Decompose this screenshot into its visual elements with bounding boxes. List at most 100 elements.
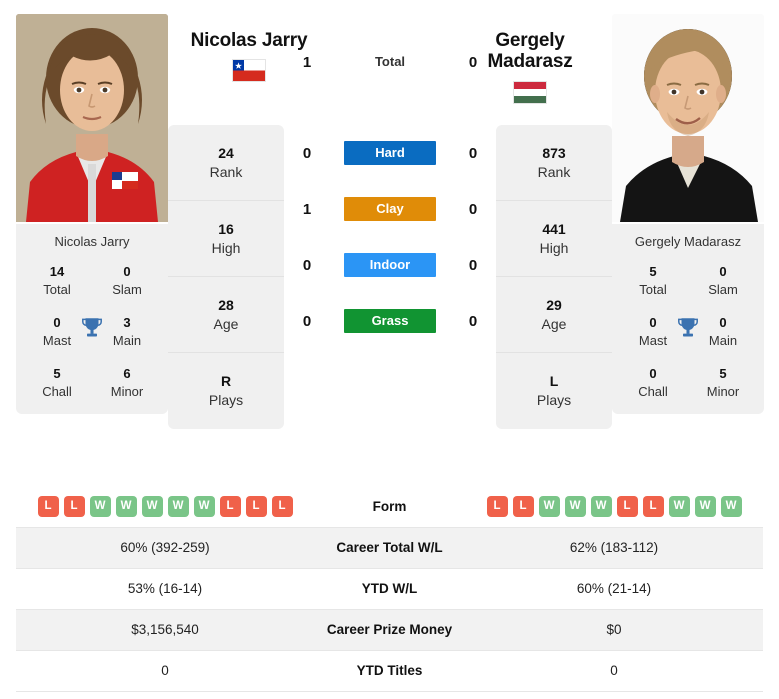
left-title-chall: 5 Chall <box>22 365 92 400</box>
left-title-slam-value: 0 <box>123 264 131 279</box>
right-title-mast: 0 Mast <box>618 314 688 349</box>
right-player-last-name: Madarasz <box>487 51 573 73</box>
left-player-name: Nicolas Jarry <box>190 30 308 51</box>
flag-chile-icon <box>232 59 266 83</box>
right-title-minor-value: 5 <box>719 366 727 382</box>
right-player-first-name: Gergely <box>495 30 565 51</box>
left-stat-high-value: 16 <box>218 220 234 237</box>
right-form-cell: LLWWWLLWWW <box>465 486 763 527</box>
left-stat-high: 16 High <box>168 201 284 277</box>
right-player-heading[interactable]: Gergely Madarasz <box>455 30 605 104</box>
left-form-badge: L <box>219 495 241 517</box>
left-stat-rank-value: 24 <box>218 144 234 161</box>
right-form-badge: W <box>720 495 742 517</box>
right-title-total-value: 5 <box>649 264 657 279</box>
right-title-slam-label: Slam <box>708 281 738 297</box>
right-title-chall: 0 Chall <box>618 365 688 400</box>
right-card-player-name: Gergely Madarasz <box>634 234 742 249</box>
table-row-career-prize-money: $3,156,540 Career Prize Money $0 <box>16 609 763 650</box>
left-title-minor: 6 Minor <box>92 365 162 400</box>
left-inner-stats: 24 Rank 16 High 28 Age R Plays <box>168 125 284 429</box>
table-row-form: LLWWWWWLLL Form LLWWWLLWWW <box>16 486 763 527</box>
surface-chip-indoor[interactable]: Indoor <box>344 253 436 277</box>
left-title-main-label: Main <box>112 332 142 348</box>
right-player-photo[interactable] <box>612 14 764 222</box>
row-label-career-prize-money: Career Prize Money <box>326 622 453 637</box>
left-title-slam: 0 Slam <box>92 263 162 298</box>
left-form-badge: L <box>245 495 267 517</box>
h2h-indoor-left-score: 0 <box>302 256 312 274</box>
left-player-heading[interactable]: Nicolas Jarry <box>174 30 324 83</box>
row-label-career-total-wl: Career Total W/L <box>336 540 443 555</box>
h2h-clay-left-score: 1 <box>302 200 312 218</box>
left-title-main-value: 3 <box>123 315 131 331</box>
left-stat-high-label: High <box>211 239 241 256</box>
right-title-slam-value: 0 <box>719 264 727 279</box>
left-form-cell: LLWWWWWLLL <box>16 486 314 527</box>
table-row-ytd-titles: 0 YTD Titles 0 <box>16 650 763 691</box>
left-stat-plays-label: Plays <box>208 392 244 408</box>
left-title-chall-value: 5 <box>53 366 61 382</box>
h2h-hard-right-score: 0 <box>468 144 478 162</box>
right-career-total-wl: 62% (183-112) <box>569 540 659 555</box>
left-title-total-label: Total <box>43 281 71 297</box>
left-title-total-value: 14 <box>49 264 65 279</box>
right-stat-high-value: 441 <box>542 220 566 237</box>
left-title-minor-label: Minor <box>110 383 144 399</box>
h2h-row-grass: 0 Grass 0 <box>284 293 496 349</box>
left-stat-plays: R Plays <box>168 353 284 429</box>
left-stat-age-label: Age <box>213 315 239 332</box>
right-title-chall-value: 0 <box>649 366 657 382</box>
right-stat-high: 441 High <box>496 201 612 277</box>
left-form-badge: W <box>193 495 215 517</box>
right-form-badge: W <box>668 495 690 517</box>
h2h-grass-left-score: 0 <box>302 312 312 330</box>
right-title-main: 0 Main <box>688 314 758 349</box>
right-form-badge: W <box>694 495 716 517</box>
left-stat-rank: 24 Rank <box>168 125 284 201</box>
h2h-hard-left-score: 0 <box>302 144 312 162</box>
right-ytd-titles: 0 <box>610 663 618 678</box>
left-title-mast-label: Mast <box>42 332 72 348</box>
right-titles-grid: 5 Total 0 Slam 0 Mast 0 Main 0 Chall 5 M… <box>618 263 758 400</box>
left-form-badge: L <box>63 495 85 517</box>
head-to-head-comparison: Nicolas Jarry 14 Total 0 Slam 0 Mast 3 M… <box>0 0 779 474</box>
left-card-player-name: Nicolas Jarry <box>54 234 130 249</box>
h2h-grass-right-score: 0 <box>468 312 478 330</box>
left-career-prize-money: $3,156,540 <box>131 622 199 637</box>
left-title-total: 14 Total <box>22 263 92 298</box>
table-row-career-total-wl: 60% (392-259) Career Total W/L 62% (183-… <box>16 527 763 568</box>
left-career-total-wl: 60% (392-259) <box>120 540 210 555</box>
left-stat-age: 28 Age <box>168 277 284 353</box>
right-stat-rank-label: Rank <box>537 163 571 180</box>
right-form-badge: L <box>486 495 508 517</box>
right-stat-age-value: 29 <box>546 296 562 313</box>
surface-chip-clay[interactable]: Clay <box>344 197 436 221</box>
surface-chip-hard[interactable]: Hard <box>344 141 436 165</box>
left-titles-card: Nicolas Jarry 14 Total 0 Slam 0 Mast 3 M… <box>16 224 168 415</box>
right-stat-age-label: Age <box>541 315 567 332</box>
right-inner-stats: 873 Rank 441 High 29 Age L Plays <box>496 125 612 429</box>
h2h-row-indoor: 0 Indoor 0 <box>284 237 496 293</box>
left-form-badge: W <box>115 495 137 517</box>
left-ytd-titles: 0 <box>161 663 169 678</box>
surface-chip-grass[interactable]: Grass <box>344 309 436 333</box>
left-player-photo[interactable] <box>16 14 168 222</box>
right-title-total-label: Total <box>639 281 667 297</box>
right-stat-plays-value: L <box>549 373 559 390</box>
h2h-row-hard: 0 Hard 0 <box>284 125 496 181</box>
right-stat-age: 29 Age <box>496 277 612 353</box>
right-title-minor-label: Minor <box>706 383 740 399</box>
right-title-total: 5 Total <box>618 263 688 298</box>
left-ytd-wl: 53% (16-14) <box>127 581 203 596</box>
right-stat-plays-label: Plays <box>536 392 572 408</box>
right-stat-high-label: High <box>539 239 569 256</box>
right-career-prize-money: $0 <box>606 622 622 637</box>
left-form-strip: LLWWWWWLLL <box>20 495 310 517</box>
right-form-badge: W <box>590 495 612 517</box>
right-form-strip: LLWWWLLWWW <box>469 495 759 517</box>
right-form-badge: W <box>538 495 560 517</box>
right-stat-rank: 873 Rank <box>496 125 612 201</box>
right-title-chall-label: Chall <box>638 383 668 399</box>
right-title-minor: 5 Minor <box>688 365 758 400</box>
